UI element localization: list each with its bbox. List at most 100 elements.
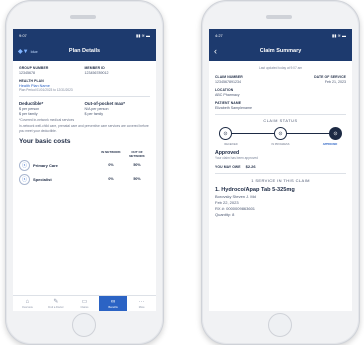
tab-more[interactable]: ··· More	[127, 296, 156, 311]
tab-benefits[interactable]: ∞ Benefits	[98, 296, 128, 311]
claim-ids-row: CLAIM NUMBER 1234567891234 DATE OF SERVI…	[215, 75, 346, 84]
specialist-icon: ⓢ	[19, 173, 30, 185]
patient-name-label: PATIENT NAME	[215, 101, 242, 105]
divider	[215, 173, 346, 174]
home-icon: ⌂	[25, 298, 30, 305]
claim-status-tracker: ⊙ ⊙ ⊙	[219, 126, 342, 142]
date-of-service-value: Feb 21, 2023	[324, 80, 346, 84]
tab-label: Claims	[80, 305, 89, 309]
patient-name-value: Elizabeth Samplename	[215, 106, 252, 110]
service-rx-number: RX #: 0000009863601	[215, 206, 256, 211]
divider	[19, 96, 150, 97]
claim-summary-content: Last updated today at 9:07 am CLAIM NUMB…	[209, 61, 352, 222]
phone-claim-summary: 4:27 ▮▮ ≋ ▬ ‹ Claim Summary Last updated…	[201, 0, 360, 345]
cost-name: Specialist	[33, 176, 52, 182]
deductible-label: Deductible*	[19, 101, 44, 106]
claim-number-label: CLAIM NUMBER	[215, 75, 243, 79]
approved-note: Your claim has been approved	[215, 156, 258, 160]
more-icon: ···	[138, 298, 145, 305]
page-title: Claim Summary	[259, 48, 302, 54]
benefits-icon: ∞	[110, 298, 116, 305]
you-may-owe-label: YOU MAY OWE	[215, 164, 241, 169]
you-may-owe-amount: $2.26	[245, 164, 256, 169]
tab-find-a-doctor[interactable]: ✎ Find a Doctor	[42, 296, 71, 311]
out-network-header: OUT OF NETWORK	[129, 150, 145, 159]
step-label-received: RECEIVED	[224, 143, 238, 146]
you-may-owe-row: YOU MAY OWE $2.26	[215, 164, 346, 169]
nav-row: ‹ Claim Summary	[209, 41, 352, 61]
back-chevron-icon[interactable]: ‹	[214, 46, 217, 56]
service-name: 1. Hydroco/Apap Tab 5-325mg	[215, 187, 295, 193]
cost-row-primary-care[interactable]: ⓢ Primary Care 0% 50%	[19, 158, 150, 172]
in-network-header: IN NETWORK	[101, 150, 121, 155]
tab-label: Overview	[21, 305, 33, 309]
step-received-icon: ⊙	[219, 127, 232, 140]
plan-details-content: GROUP NUMBER 12345678 MEMBER ID 12345678…	[13, 61, 156, 191]
claim-summary-screen: 4:27 ▮▮ ≋ ▬ ‹ Claim Summary Last updated…	[209, 29, 352, 311]
tab-label: More	[138, 305, 145, 309]
service-quantity: Quantity: 8	[215, 212, 235, 217]
cost-out-network: 50%	[133, 177, 141, 182]
deductible-family: $ per family	[19, 112, 38, 116]
cost-row-specialist[interactable]: ⓢ Specialist 0% 50%	[19, 172, 150, 186]
group-number-value: 12345678	[19, 71, 35, 75]
oop-person: N/A per person	[84, 107, 109, 111]
claim-summary-header: 4:27 ▮▮ ≋ ▬ ‹ Claim Summary	[209, 29, 352, 61]
step-approved-icon: ⊙	[329, 127, 342, 140]
group-number-label: GROUP NUMBER	[19, 66, 49, 70]
phone-plan-details: 9:07 ▮▮ ≋ ▬ ◆▼ blue Plan Details GROUP NU…	[5, 0, 164, 345]
claim-number-value: 1234567891234	[215, 80, 241, 84]
status-bar: 4:27 ▮▮ ≋ ▬	[209, 29, 352, 41]
member-id-value: 123456789012	[84, 71, 109, 75]
tracker-labels: RECEIVED IN PROGRESS APPROVED	[217, 143, 344, 146]
claim-status-title: CLAIM STATUS	[263, 119, 298, 123]
ids-row: GROUP NUMBER 12345678 MEMBER ID 12345678…	[19, 66, 150, 75]
service-count: 1 SERVICE IN THIS CLAIM	[251, 178, 310, 183]
last-updated: Last updated today at 9:07 am	[258, 66, 303, 70]
status-icons: ▮▮ ≋ ▬	[332, 32, 346, 38]
plan-details-screen: 9:07 ▮▮ ≋ ▬ ◆▼ blue Plan Details GROUP NU…	[13, 29, 156, 311]
service-item[interactable]: 1. Hydroco/Apap Tab 5-325mg Borovsky Ste…	[215, 187, 346, 217]
divider	[215, 114, 346, 115]
location-value: ABC Pharmacy	[215, 93, 240, 97]
brand-logo-icon: ◆▼ blue	[18, 48, 38, 55]
bottom-tab-bar: ⌂ Overview ✎ Find a Doctor ▭ Claims ∞ Be…	[13, 295, 156, 311]
service-provider: Borovsky Steven J. Md	[215, 194, 256, 199]
member-id-label: MEMBER ID	[84, 66, 105, 70]
status-icons: ▮▮ ≋ ▬	[136, 32, 150, 38]
cost-in-network: 0%	[108, 163, 114, 168]
stethoscope-icon: ⓢ	[19, 159, 30, 171]
nav-row: ◆▼ blue Plan Details	[13, 41, 156, 61]
cost-out-network: 50%	[133, 163, 141, 168]
tab-overview[interactable]: ⌂ Overview	[13, 296, 42, 311]
basic-costs-title: Your basic costs	[19, 138, 71, 146]
tab-label: Find a Doctor	[48, 305, 64, 309]
location-label: LOCATION	[215, 88, 234, 92]
doctor-icon: ✎	[53, 298, 59, 305]
plan-details-header: 9:07 ▮▮ ≋ ▬ ◆▼ blue Plan Details	[13, 29, 156, 61]
plan-period: Plan Period 01/01/2023 to 12/31/2023	[19, 88, 73, 92]
costs-header: IN NETWORK OUT OF NETWORK	[19, 150, 150, 158]
oop-max-label: Out-of-pocket max*	[84, 101, 126, 106]
status-time: 4:27	[215, 32, 223, 38]
step-label-approved: APPROVED	[322, 143, 338, 146]
cost-name: Primary Care	[33, 162, 58, 168]
preventive-note: In-network well-child care, prenatal car…	[19, 124, 149, 133]
phone-home-button	[268, 313, 292, 337]
step-in-progress-icon: ⊙	[274, 127, 287, 140]
oop-family: $ per family	[84, 112, 104, 116]
tab-label: Benefits	[108, 305, 118, 309]
tab-claims[interactable]: ▭ Claims	[70, 296, 99, 311]
cost-in-network: 0%	[108, 177, 114, 182]
phone-speaker	[70, 15, 96, 19]
covered-note: *Covered in-network medical services	[19, 118, 75, 122]
status-bar: 9:07 ▮▮ ≋ ▬	[13, 29, 156, 41]
status-time: 9:07	[19, 32, 27, 38]
phone-speaker	[266, 15, 292, 19]
claims-icon: ▭	[81, 298, 88, 305]
health-plan-label: HEALTH PLAN	[19, 79, 44, 83]
deductible-row: Deductible* $ per person $ per family Ou…	[19, 101, 150, 116]
phone-home-button	[72, 313, 96, 337]
deductible-person: $ per person	[19, 107, 40, 111]
service-date: Feb 22, 2023	[215, 200, 239, 205]
